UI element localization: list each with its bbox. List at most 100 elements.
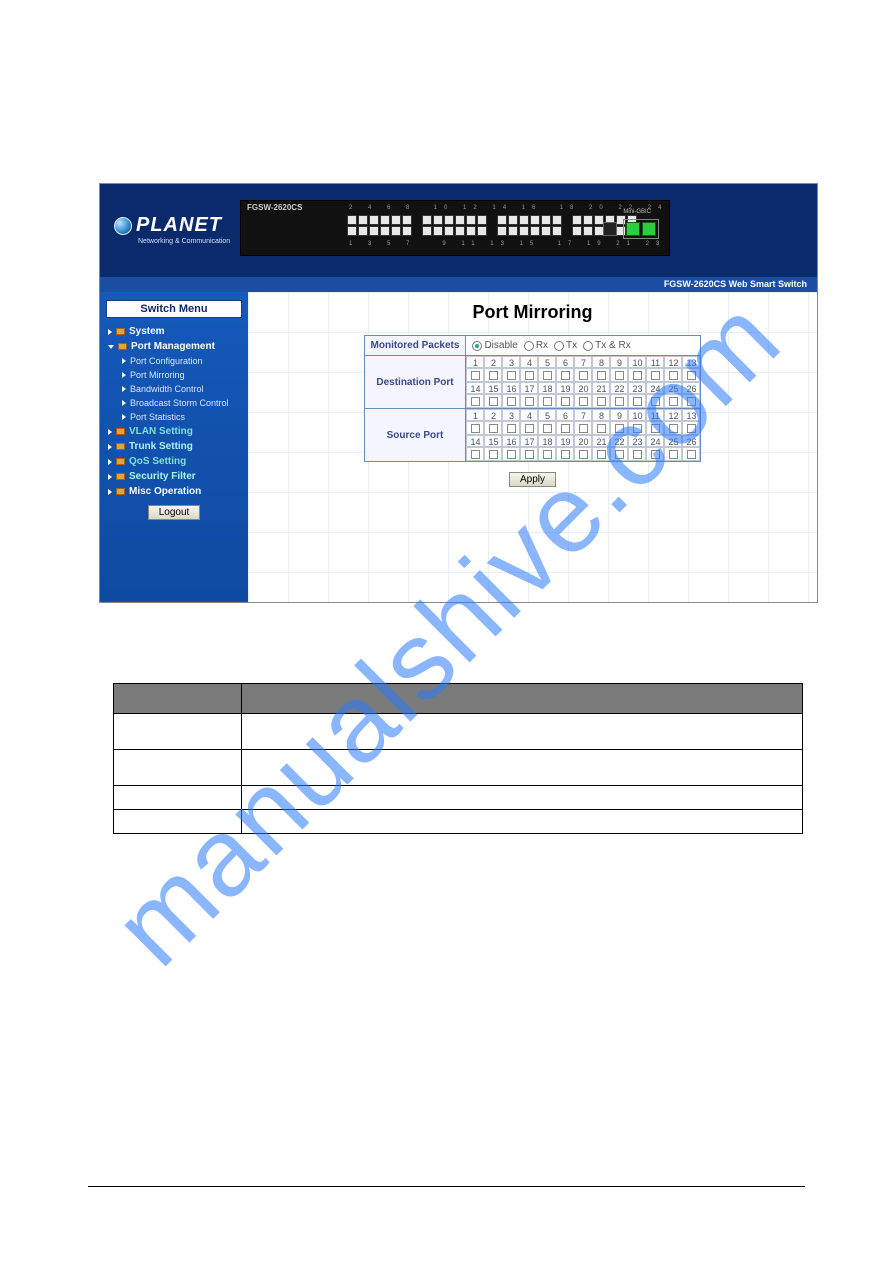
sidebar-item-security-filter[interactable]: Security Filter [100,469,248,484]
sidebar-title: Switch Menu [106,300,242,318]
port-number: 6 [556,409,574,421]
port-checkbox[interactable] [628,421,646,435]
port-checkbox[interactable] [466,394,484,408]
port-checkbox[interactable] [520,421,538,435]
port-number: 17 [520,382,538,394]
port-checkbox[interactable] [646,421,664,435]
chevron-down-icon [108,345,114,349]
port-checkbox[interactable] [502,368,520,382]
port-checkbox[interactable] [538,368,556,382]
sidebar-item-trunk-setting[interactable]: Trunk Setting [100,439,248,454]
port-checkbox[interactable] [484,368,502,382]
gbic-label: Mini-GBIC [623,209,651,215]
port-checkbox[interactable] [502,394,520,408]
port-checkbox[interactable] [556,368,574,382]
sidebar-item-broadcast-storm[interactable]: Broadcast Storm Control [100,396,248,410]
port-checkbox[interactable] [556,421,574,435]
sidebar-item-port-mirroring[interactable]: Port Mirroring [100,368,248,382]
port-number: 22 [610,435,628,447]
port-checkbox[interactable] [628,447,646,461]
port-checkbox[interactable] [646,447,664,461]
row-label-source: Source Port [364,409,466,462]
checkbox-icon [561,397,570,406]
port-checkbox[interactable] [664,394,682,408]
port-checkbox[interactable] [502,421,520,435]
folder-icon [116,488,125,495]
port-checkbox[interactable] [520,368,538,382]
port-checkbox[interactable] [646,394,664,408]
apply-button[interactable]: Apply [509,472,556,487]
sidebar-item-port-configuration[interactable]: Port Configuration [100,354,248,368]
radio-txrx[interactable]: Tx & Rx [583,340,631,351]
port-number: 18 [538,435,556,447]
desc-cell [242,810,803,834]
port-checkbox[interactable] [466,447,484,461]
port-checkbox[interactable] [592,447,610,461]
port-checkbox[interactable] [466,421,484,435]
port-checkbox[interactable] [610,421,628,435]
radio-icon [583,341,593,351]
port-checkbox[interactable] [682,421,700,435]
logout-button[interactable]: Logout [148,505,201,520]
port-checkbox[interactable] [538,447,556,461]
port-checkbox[interactable] [520,447,538,461]
port-checkbox[interactable] [484,421,502,435]
radio-tx[interactable]: Tx [554,340,577,351]
port-checkbox[interactable] [664,368,682,382]
device-model: FGSW-2620CS [247,203,302,212]
port-checkbox[interactable] [538,421,556,435]
sidebar-item-port-statistics[interactable]: Port Statistics [100,410,248,424]
port-checkbox[interactable] [592,394,610,408]
port-checkbox[interactable] [664,447,682,461]
globe-icon [114,217,132,235]
port-checkbox[interactable] [520,394,538,408]
port-checkbox[interactable] [556,447,574,461]
radio-icon [554,341,564,351]
desc-cell [114,810,242,834]
checkbox-icon [525,397,534,406]
port-checkbox[interactable] [610,368,628,382]
sidebar-item-qos-setting[interactable]: QoS Setting [100,454,248,469]
port-checkbox[interactable] [682,368,700,382]
port-checkbox[interactable] [574,421,592,435]
sidebar-item-port-management[interactable]: Port Management [100,339,248,354]
port-checkbox[interactable] [538,394,556,408]
port-checkbox[interactable] [610,447,628,461]
port-checkbox[interactable] [592,368,610,382]
port-checkbox[interactable] [628,368,646,382]
checkbox-icon [489,371,498,380]
sidebar-item-system[interactable]: System [100,324,248,339]
radio-icon [524,341,534,351]
port-number: 10 [628,356,646,368]
radio-rx[interactable]: Rx [524,340,548,351]
port-checkbox[interactable] [610,394,628,408]
port-checkbox[interactable] [574,447,592,461]
port-checkbox[interactable] [574,394,592,408]
checkbox-icon [489,397,498,406]
port-checkbox[interactable] [484,394,502,408]
port-number: 6 [556,356,574,368]
port-number: 25 [664,435,682,447]
port-checkbox[interactable] [682,394,700,408]
sidebar-item-misc-operation[interactable]: Misc Operation [100,484,248,499]
port-checkbox[interactable] [682,447,700,461]
page-title: Port Mirroring [248,292,817,335]
port-checkbox[interactable] [574,368,592,382]
sidebar-item-label: Port Statistics [130,412,185,422]
port-checkbox[interactable] [628,394,646,408]
port-number: 8 [592,409,610,421]
port-checkbox[interactable] [484,447,502,461]
port-checkbox[interactable] [556,394,574,408]
port-checkbox[interactable] [664,421,682,435]
brand-tagline: Networking & Communication [138,238,230,245]
sidebar-item-bandwidth-control[interactable]: Bandwidth Control [100,382,248,396]
port-checkbox[interactable] [646,368,664,382]
radio-label: Disable [484,340,517,351]
port-checkbox[interactable] [592,421,610,435]
sidebar-item-vlan-setting[interactable]: VLAN Setting [100,424,248,439]
port-checkbox[interactable] [466,368,484,382]
port-checkbox[interactable] [502,447,520,461]
radio-disable[interactable]: Disable [472,340,517,351]
description-table [113,683,803,834]
banner-strip: FGSW-2620CS Web Smart Switch [100,277,817,291]
